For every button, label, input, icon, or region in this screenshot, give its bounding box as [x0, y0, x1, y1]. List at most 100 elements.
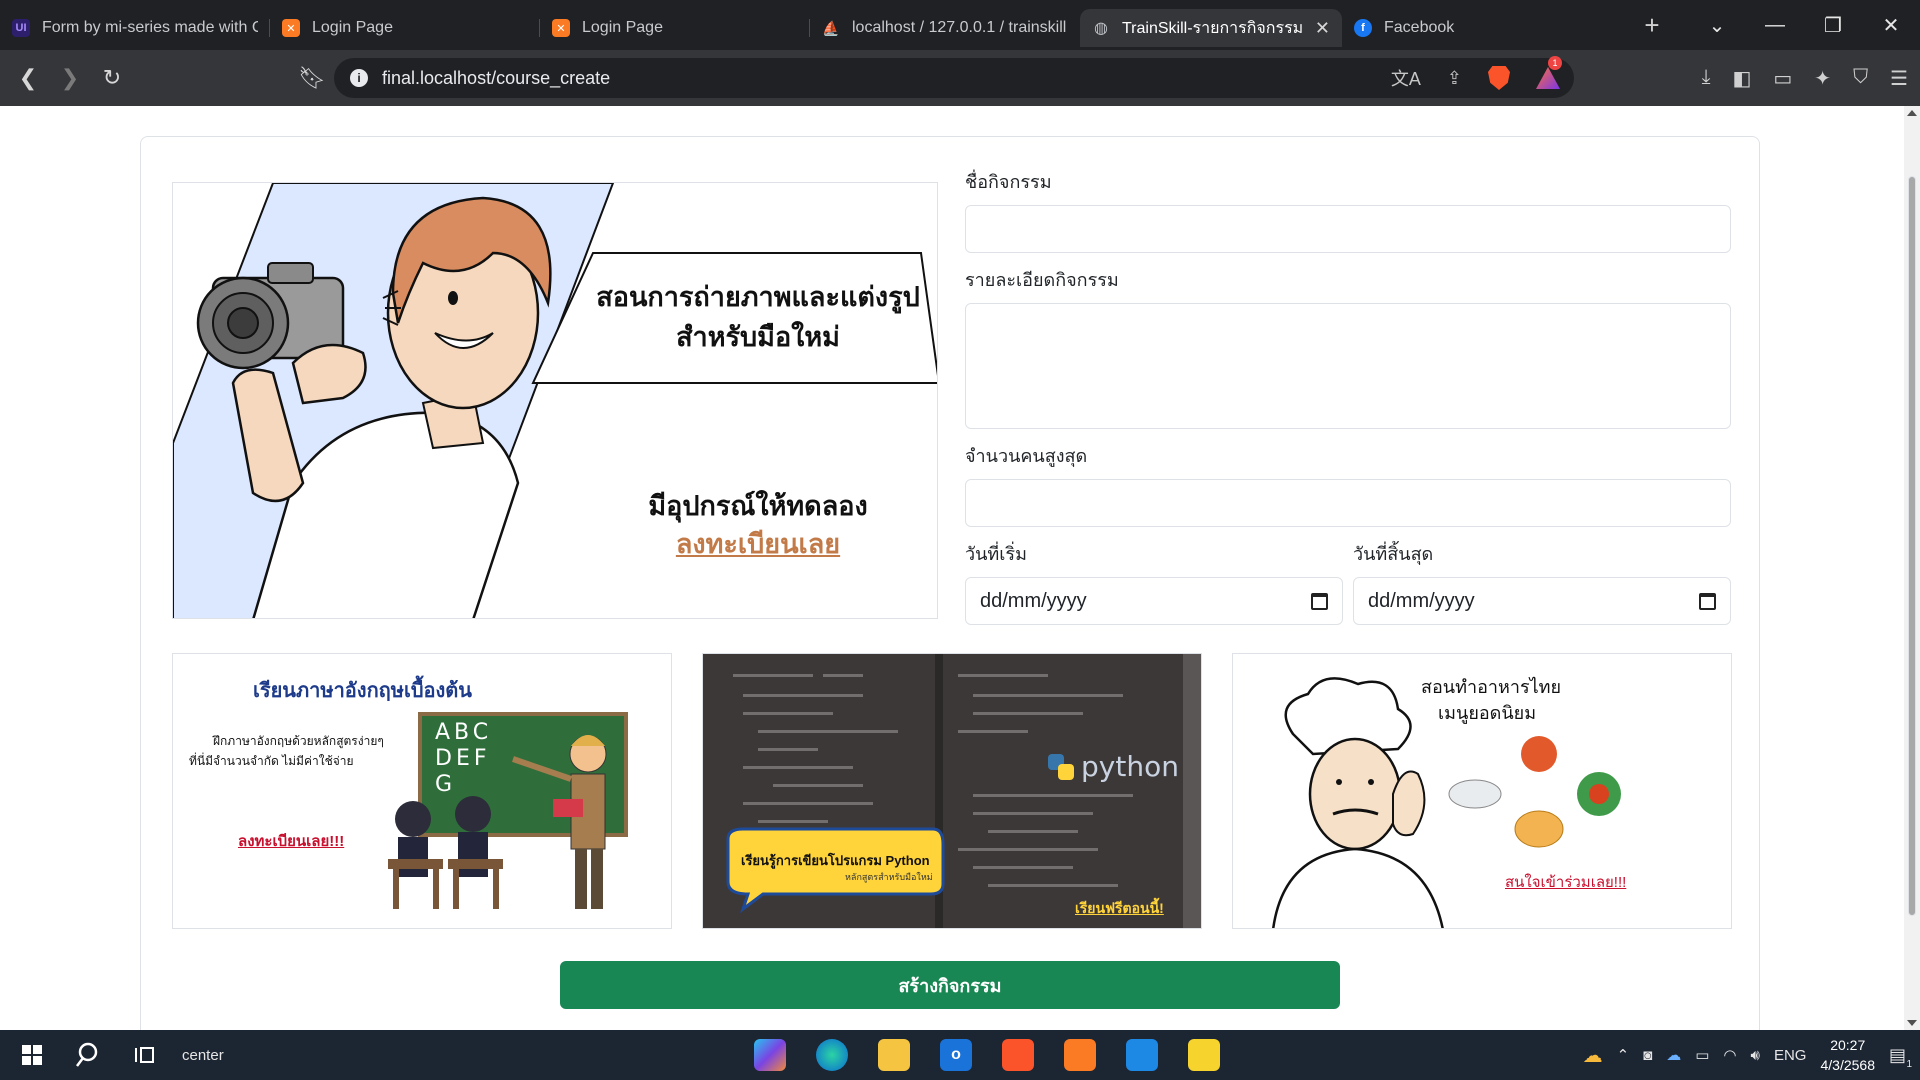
cooking-course-image[interactable]: สอนทำอาหารไทย เมนูยอดนิยม สนใจเข้าร่วมเล…	[1232, 653, 1732, 929]
tab-title: Login Page	[582, 19, 663, 36]
brave-rewards-icon[interactable]	[1536, 67, 1560, 89]
notification-count: 1	[1906, 1058, 1912, 1070]
bookmark-icon[interactable]: 🔖︎	[294, 60, 330, 96]
onedrive-icon[interactable]: ☁	[1666, 1046, 1681, 1064]
hero-caption: สอนการถ่ายภาพและแต่งรูป สำหรับมือใหม่	[593, 278, 923, 358]
taskbar-search-text[interactable]: center	[182, 1030, 224, 1080]
share-icon[interactable]: ⇪	[1447, 68, 1462, 89]
camera-icon[interactable]: ◙	[1643, 1047, 1652, 1064]
notification-icon[interactable]: ▤ 1	[1889, 1045, 1912, 1070]
download-icon[interactable]: ⤓	[1702, 66, 1711, 91]
file-explorer-icon[interactable]	[878, 1039, 910, 1071]
end-date-value: dd/mm/yyyy	[1368, 589, 1475, 612]
address-bar[interactable]: i final.localhost/course_create 文A ⇪	[334, 58, 1574, 98]
hero-equipment-text: มีอุปกรณ์ให้ทดลอง ลงทะเบียนเลย	[593, 488, 923, 564]
back-button[interactable]: ❮	[10, 60, 46, 96]
language-indicator[interactable]: ENG	[1774, 1047, 1807, 1064]
browser-tab-strip: UI Form by mi-series made with C ✕ Login…	[0, 0, 1920, 50]
url-text: final.localhost/course_create	[382, 67, 611, 88]
clock[interactable]: 20:27 4/3/2568	[1820, 1035, 1875, 1075]
calendar-icon[interactable]	[1311, 592, 1328, 610]
volume-icon[interactable]: 🔊︎	[1751, 1047, 1760, 1064]
new-tab-button[interactable]: +	[1632, 10, 1672, 41]
python-bubble-line1: เรียนรู้การเขียนโปรแกรม Python	[741, 853, 930, 868]
brave-taskbar-icon[interactable]	[1002, 1039, 1034, 1071]
browser-tab[interactable]: ✕ Login Page	[540, 9, 810, 47]
close-tab-icon[interactable]: ✕	[1315, 18, 1330, 39]
tab-title: Login Page	[312, 19, 393, 36]
edge-icon[interactable]	[816, 1039, 848, 1071]
maximize-button[interactable]: ❐	[1804, 13, 1862, 38]
task-view-icon[interactable]	[132, 1039, 164, 1071]
phpmyadmin-icon: ⛵	[822, 19, 840, 36]
end-date-input[interactable]: dd/mm/yyyy	[1353, 577, 1731, 625]
menu-icon[interactable]: ☰	[1890, 66, 1908, 91]
forward-button[interactable]: ❯	[52, 60, 88, 96]
translate-icon[interactable]: 文A	[1391, 65, 1421, 91]
python-bubble-line2: หลักสูตรสำหรับมือใหม่	[845, 872, 933, 882]
start-date-label: วันที่เริ่ม	[965, 544, 1027, 564]
minimize-button[interactable]: —	[1746, 14, 1804, 37]
tab-title: TrainSkill-รายการกิจกรรม	[1122, 19, 1304, 37]
chef-illustration	[1272, 677, 1621, 928]
leo-ai-icon[interactable]: ✦	[1814, 66, 1831, 91]
sidebar-icon[interactable]: ◧	[1732, 66, 1751, 91]
create-course-button[interactable]: สร้างกิจกรรม	[560, 961, 1340, 1009]
course-name-input[interactable]	[965, 205, 1731, 253]
reload-button[interactable]: ↻	[94, 60, 130, 96]
page-scrollbar[interactable]	[1904, 106, 1920, 1030]
max-participants-label: จำนวนคนสูงสุด	[965, 446, 1088, 466]
create-course-card: สอนการถ่ายภาพและแต่งรูป สำหรับมือใหม่ มี…	[140, 136, 1760, 1030]
start-date-value: dd/mm/yyyy	[980, 589, 1087, 612]
site-info-icon[interactable]: i	[350, 69, 368, 87]
weather-icon[interactable]: ☁	[1583, 1043, 1603, 1068]
tab-title: Facebook	[1384, 19, 1455, 36]
ui-icon: UI	[12, 19, 30, 37]
globe-icon: ◍	[1094, 20, 1108, 37]
copilot-icon[interactable]	[754, 1039, 786, 1071]
course-detail-label: รายละเอียดกิจกรรม	[965, 270, 1119, 290]
sticky-notes-icon[interactable]	[1188, 1039, 1220, 1071]
windows-start-icon[interactable]	[16, 1039, 48, 1071]
browser-tab-active[interactable]: ◍ TrainSkill-รายการกิจกรรม ✕	[1080, 9, 1342, 47]
browser-tab[interactable]: f Facebook	[1342, 9, 1612, 47]
rewards-badge: 1	[1548, 56, 1562, 70]
close-window-button[interactable]: ✕	[1862, 13, 1920, 38]
wallet-icon[interactable]: ▭	[1773, 66, 1792, 91]
python-logo-text: python	[1081, 750, 1179, 783]
hero-register-link[interactable]: ลงทะเบียนเลย	[593, 526, 923, 564]
cooking-course-cta[interactable]: สนใจเข้าร่วมเลย!!!	[1505, 870, 1626, 894]
vscode-icon[interactable]	[1126, 1039, 1158, 1071]
brave-shields-icon[interactable]	[1488, 66, 1510, 90]
search-icon[interactable]	[74, 1039, 106, 1071]
browser-toolbar: ❮ ❯ ↻ 🔖︎ i final.localhost/course_create…	[0, 50, 1920, 106]
vpn-icon[interactable]: ⛉	[1853, 66, 1868, 91]
scroll-up-icon[interactable]	[1907, 110, 1917, 116]
xampp-taskbar-icon[interactable]	[1064, 1039, 1096, 1071]
hero-caption-line2: สำหรับมือใหม่	[676, 322, 840, 353]
toolbar-tools: ⤓ ◧ ▭ ✦ ⛉ ☰	[1702, 66, 1908, 91]
tab-search-icon[interactable]: ⌄	[1688, 13, 1746, 38]
max-participants-input[interactable]	[965, 479, 1731, 527]
english-course-image[interactable]: เรียนภาษาอังกฤษเบื้องต้น ฝึกภาษาอังกฤษด้…	[172, 653, 672, 929]
facebook-icon: f	[1354, 19, 1372, 37]
page-content: สอนการถ่ายภาพและแต่งรูป สำหรับมือใหม่ มี…	[0, 106, 1904, 1030]
xampp-icon: ✕	[282, 19, 300, 37]
scroll-down-icon[interactable]	[1907, 1020, 1917, 1026]
outlook-icon[interactable]: o	[940, 1039, 972, 1071]
browser-tab[interactable]: UI Form by mi-series made with C	[0, 9, 270, 47]
clock-date: 4/3/2568	[1820, 1057, 1875, 1073]
start-date-input[interactable]: dd/mm/yyyy	[965, 577, 1343, 625]
show-hidden-icons[interactable]: ⌃	[1617, 1046, 1630, 1064]
browser-tab[interactable]: ⛵ localhost / 127.0.0.1 / trainskill	[810, 9, 1080, 47]
calendar-icon[interactable]	[1699, 592, 1716, 610]
xampp-icon: ✕	[552, 19, 570, 37]
windows-taskbar: center o ☁ ⌃ ◙ ☁ ▭ ◠ 🔊︎ ENG 20:27 4/3/25…	[0, 1030, 1920, 1080]
battery-icon[interactable]: ▭	[1695, 1046, 1709, 1064]
python-course-image[interactable]: python เรียนรู้การเขียนโปรแกรม Python หล…	[702, 653, 1202, 929]
course-detail-textarea[interactable]	[965, 303, 1731, 429]
browser-tab[interactable]: ✕ Login Page	[270, 9, 540, 47]
python-course-cta[interactable]: เรียนฟรีตอนนี้!	[1075, 898, 1164, 920]
scroll-thumb[interactable]	[1908, 176, 1916, 916]
wifi-icon[interactable]: ◠	[1723, 1046, 1736, 1064]
